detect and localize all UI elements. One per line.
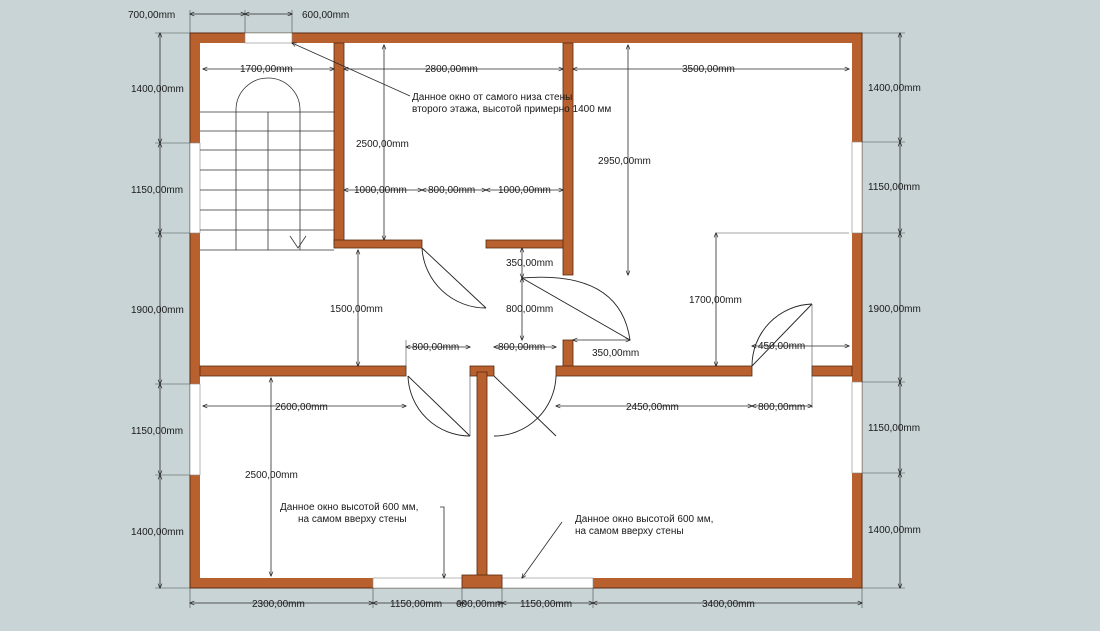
window-top	[244, 32, 293, 44]
dim-label-800-door: 800,00mm	[428, 185, 475, 196]
dim-label-hall-height: 1500,00mm	[330, 304, 383, 315]
dim-label-bottom-2300: 2300,00mm	[252, 599, 305, 610]
dim-label-door-450: 450,00mm	[758, 341, 805, 352]
floor-plan-canvas: 700,00mm 600,00mm 1700,00mm 2800,00mm 35…	[0, 0, 1100, 626]
dim-label-sw-width: 2600,00mm	[275, 402, 328, 413]
dim-label-nw-width: 2800,00mm	[425, 64, 478, 75]
dim-label-bottom-3400: 3400,00mm	[702, 599, 755, 610]
dim-label-stair-width: 1700,00mm	[240, 64, 293, 75]
dim-label-left-1900: 1900,00mm	[131, 305, 184, 316]
dim-label-sw-height: 2500,00mm	[245, 470, 298, 481]
dim-label-door-800-b: 800,00mm	[498, 342, 545, 353]
dim-label-left-1400-top: 1400,00mm	[131, 84, 184, 95]
dim-label-bottom-1150-b: 1150,00mm	[520, 599, 572, 610]
dim-label-bottom-1150-a: 1150,00mm	[390, 599, 442, 610]
dim-label-nw-height: 2500,00mm	[356, 139, 409, 150]
window-left-upper	[189, 142, 201, 234]
dim-label-top-600: 600,00mm	[302, 10, 349, 21]
dim-label-se-width: 2450,00mm	[626, 402, 679, 413]
dim-label-corridor-door: 800,00mm	[506, 304, 553, 315]
dim-label-top-700: 700,00mm	[128, 10, 175, 21]
dim-label-door-800-a: 800,00mm	[412, 342, 459, 353]
window-right-lower	[851, 381, 863, 474]
dim-label-1000-a: 1000,00mm	[354, 185, 407, 196]
dim-label-right-1900: 1900,00mm	[868, 304, 921, 315]
floor-plan-drawing: 700,00mm 600,00mm 1700,00mm 2800,00mm 35…	[128, 10, 921, 610]
note-top-window-line2: второго этажа, высотой примерно 1400 мм	[412, 104, 611, 115]
dim-label-right-1150-b: 1150,00mm	[868, 423, 920, 434]
dim-label-se-door: 800,00mm	[758, 402, 805, 413]
dim-label-left-1150-a: 1150,00mm	[131, 185, 183, 196]
dim-label-bottom-600: 600,00mm	[456, 599, 503, 610]
dim-label-1000-b: 1000,00mm	[498, 185, 551, 196]
window-right-upper	[851, 141, 863, 234]
dim-label-left-1150-b: 1150,00mm	[131, 426, 183, 437]
dim-label-right-1150-a: 1150,00mm	[868, 182, 920, 193]
dim-label-ne-width: 3500,00mm	[682, 64, 735, 75]
dim-label-right-1400-bottom: 1400,00mm	[868, 525, 921, 536]
note-sw-window-line2: на самом вверху стены	[298, 514, 407, 525]
note-top-window-line1: Данное окно от самого низа стены	[412, 92, 572, 103]
window-bottom-left	[372, 577, 463, 589]
dim-label-ne-lower: 1700,00mm	[689, 295, 742, 306]
dim-label-ne-height: 2950,00mm	[598, 156, 651, 167]
dim-label-left-1400-bottom: 1400,00mm	[131, 527, 184, 538]
dim-label-350-b: 350,00mm	[592, 348, 639, 359]
window-left-lower	[189, 383, 201, 476]
note-se-window-line1: Данное окно высотой 600 мм,	[575, 514, 713, 525]
window-bottom-right	[501, 577, 594, 589]
note-se-window-line2: на самом вверху стены	[575, 526, 684, 537]
dim-label-350-a: 350,00mm	[506, 258, 553, 269]
note-sw-window-line1: Данное окно высотой 600 мм,	[280, 502, 418, 513]
dim-label-right-1400-top: 1400,00mm	[868, 83, 921, 94]
